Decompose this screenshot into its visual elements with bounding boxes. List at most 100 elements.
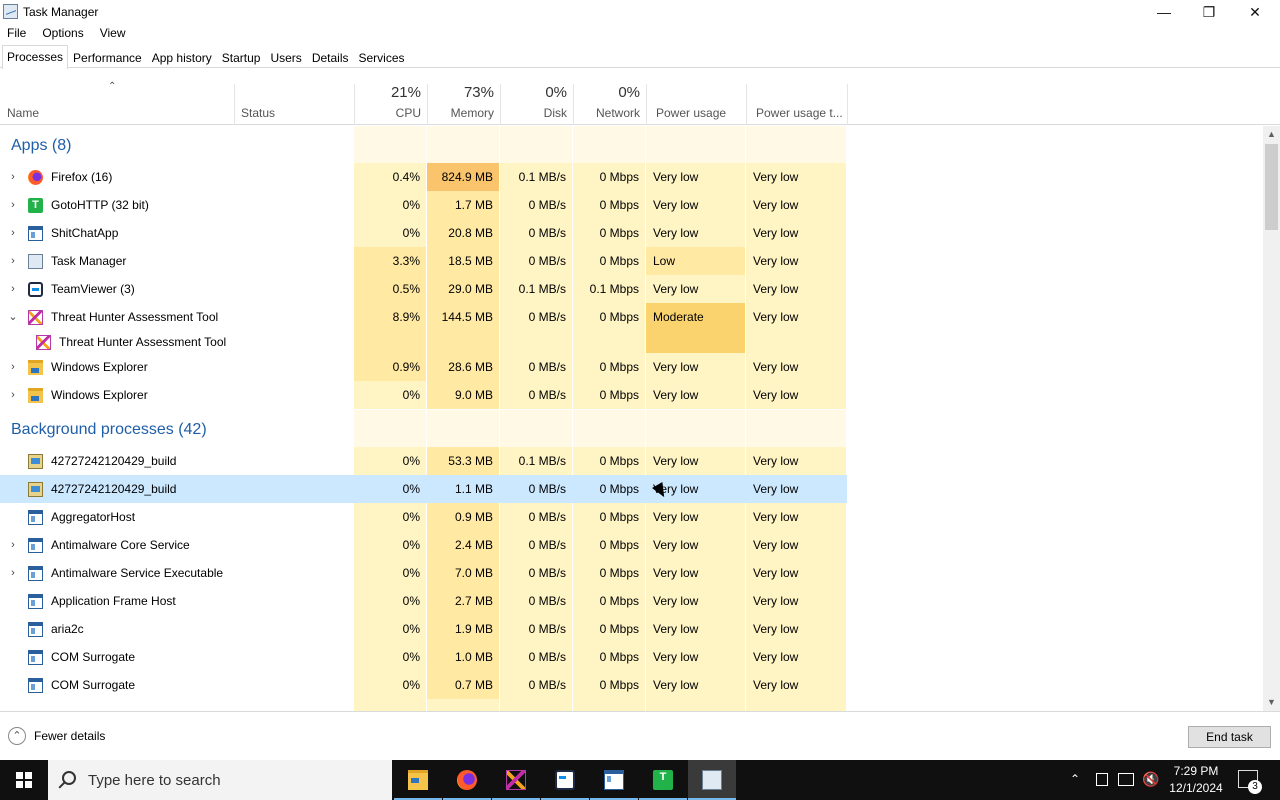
process-name: Task Manager (51, 254, 127, 268)
cell-power-trend: Very low (746, 163, 846, 191)
taskbar-task-manager[interactable] (688, 760, 736, 800)
group-title: Background processes (42) (11, 421, 207, 438)
process-row[interactable]: 0% 1.7 MB 0 MB/s 0 Mbps Very low Very low › T Go… (0, 191, 847, 219)
column-power-usage[interactable]: Power usage (646, 80, 746, 125)
tray-device-icon[interactable] (1096, 773, 1108, 786)
menu-view[interactable]: View (92, 24, 134, 43)
cell-network: 0 Mbps (573, 503, 645, 531)
chevron-right-icon[interactable]: › (8, 163, 18, 191)
tab-performance[interactable]: Performance (68, 45, 147, 68)
tab-users[interactable]: Users (265, 45, 306, 68)
process-row[interactable]: 0% 1.1 MB 0 MB/s 0 Mbps Very low Very low 4272… (0, 475, 847, 503)
close-button[interactable]: ✕ (1232, 0, 1278, 24)
cell-power-trend: Very low (746, 303, 846, 331)
tab-startup[interactable]: Startup (217, 45, 266, 68)
end-task-button[interactable]: End task (1188, 726, 1271, 748)
app-window-icon (28, 225, 43, 241)
heat-cell-background (354, 126, 426, 166)
process-row[interactable]: 0.5% 29.0 MB 0.1 MB/s 0.1 Mbps Very low Very … (0, 275, 847, 303)
taskbar-firefox[interactable] (443, 760, 491, 800)
group-header-background[interactable]: Background processes (42) (0, 410, 847, 450)
minimize-button[interactable]: — (1141, 0, 1187, 24)
chevron-right-icon[interactable]: › (8, 219, 18, 247)
taskbar-app-window[interactable] (590, 760, 638, 800)
tab-strip: Processes Performance App history Startu… (0, 45, 1280, 69)
chevron-right-icon[interactable]: › (8, 353, 18, 381)
column-network[interactable]: 0% Network (573, 80, 646, 125)
tab-processes[interactable]: Processes (2, 45, 69, 69)
process-row[interactable]: 8.9% 144.5 MB 0 MB/s 0 Mbps Moderate Very low… (0, 303, 847, 331)
scroll-up-arrow-icon[interactable]: ▲ (1263, 126, 1280, 143)
menu-options[interactable]: Options (34, 24, 91, 43)
scrollbar-thumb[interactable] (1265, 144, 1278, 230)
group-header-apps[interactable]: Apps (8) (0, 126, 847, 166)
process-row[interactable]: 0% 7.0 MB 0 MB/s 0 Mbps Very low Very low › Ant… (0, 559, 847, 587)
cell-power-usage: Very low (646, 671, 745, 699)
clock-date: 12/1/2024 (1169, 781, 1223, 795)
process-row[interactable]: 0% 2.7 MB 0 MB/s 0 Mbps Very low Very low Appl… (0, 587, 847, 615)
taskbar-teamviewer[interactable] (541, 760, 589, 800)
process-row[interactable]: 0.4% 824.9 MB 0.1 MB/s 0 Mbps Very low Very l… (0, 163, 847, 191)
tab-app-history[interactable]: App history (147, 45, 217, 68)
tab-details[interactable]: Details (307, 45, 354, 68)
process-row[interactable]: 0% 20.8 MB 0 MB/s 0 Mbps Very low Very low › Sh… (0, 219, 847, 247)
process-row[interactable]: 0% 53.3 MB 0.1 MB/s 0 Mbps Very low Very low 4… (0, 447, 847, 475)
chevron-down-icon[interactable]: ⌄ (8, 303, 18, 331)
process-name: Threat Hunter Assessment Tool (59, 335, 227, 349)
fewer-details-link[interactable]: Fewer details (34, 729, 105, 743)
process-row[interactable]: 0.9% 28.6 MB 0 MB/s 0 Mbps Very low Very low ›… (0, 353, 847, 381)
column-divider[interactable] (847, 84, 848, 125)
taskbar-threat-hunter[interactable] (492, 760, 540, 800)
process-row[interactable]: 0% 0.7 MB 0 MB/s 0 Mbps Very low Very low COM … (0, 671, 847, 699)
process-row[interactable]: 0% 9.0 MB 0 MB/s 0 Mbps Very low Very low › Win… (0, 381, 847, 409)
column-name[interactable]: Name (0, 80, 234, 125)
column-power-usage-trend[interactable]: Power usage t... (746, 80, 847, 125)
cell-power-trend: Very low (746, 587, 846, 615)
column-memory[interactable]: 73% Memory (427, 80, 500, 125)
window-title: Task Manager (23, 5, 99, 19)
process-row[interactable]: 0% 2.4 MB 0 MB/s 0 Mbps Very low Very low › Ant… (0, 531, 847, 559)
chevron-up-circle-icon[interactable]: ⌃ (8, 727, 26, 745)
column-cpu[interactable]: 21% CPU (354, 80, 427, 125)
search-icon (62, 771, 76, 785)
taskbar-file-explorer[interactable] (394, 760, 442, 800)
cell-network: 0 Mbps (573, 615, 645, 643)
process-row[interactable]: 3.3% 18.5 MB 0 MB/s 0 Mbps Low Very low › Task … (0, 247, 847, 275)
chevron-right-icon[interactable]: › (8, 531, 18, 559)
taskbar-clock[interactable]: 7:29 PM 12/1/2024 (1166, 763, 1226, 797)
column-disk[interactable]: 0% Disk (500, 80, 573, 125)
process-row[interactable]: 0% 0.9 MB 0 MB/s 0 Mbps Very low Very low Aggr… (0, 503, 847, 531)
chevron-right-icon[interactable]: › (8, 381, 18, 409)
column-memory-label: Memory (450, 106, 494, 120)
restore-button[interactable]: ❐ (1186, 0, 1232, 24)
heat-cell-background (354, 699, 426, 711)
tab-services[interactable]: Services (354, 45, 410, 68)
process-row[interactable] (0, 699, 847, 711)
cell-disk: 0 MB/s (500, 381, 572, 409)
scroll-down-arrow-icon[interactable]: ▼ (1263, 694, 1280, 711)
process-row[interactable]: 0% 1.0 MB 0 MB/s 0 Mbps Very low Very low COM … (0, 643, 847, 671)
column-status[interactable]: Status (234, 80, 354, 125)
cell-disk: 0 MB/s (500, 503, 572, 531)
chevron-right-icon[interactable]: › (8, 275, 18, 303)
taskbar-search-box[interactable]: Type here to search (48, 760, 392, 800)
vertical-scrollbar[interactable]: ▲ ▼ (1263, 126, 1280, 711)
menu-file[interactable]: File (0, 24, 34, 43)
taskbar-gotohttp[interactable]: T (639, 760, 687, 800)
cell-memory: 2.7 MB (427, 587, 499, 615)
chevron-right-icon[interactable]: › (8, 191, 18, 219)
taskbar: Type here to search T ⌃ 🔇 7:29 PM 12/1/2… (0, 760, 1280, 800)
cell-memory: 18.5 MB (427, 247, 499, 275)
chevron-right-icon[interactable]: › (8, 559, 18, 587)
process-row[interactable]: 0% 1.9 MB 0 MB/s 0 Mbps Very low Very low aria… (0, 615, 847, 643)
network-icon[interactable] (1118, 773, 1134, 786)
column-status-label: Status (241, 106, 276, 120)
cell-disk: 0 MB/s (500, 587, 572, 615)
process-row[interactable]: Threat Hunter Assessment Tool (0, 331, 847, 353)
chevron-right-icon[interactable]: › (8, 247, 18, 275)
cell-power-trend: Very low (746, 643, 846, 671)
tray-overflow-icon[interactable]: ⌃ (1070, 772, 1080, 800)
cell-memory: 9.0 MB (427, 381, 499, 409)
start-button[interactable] (0, 760, 48, 800)
volume-muted-icon[interactable]: 🔇 (1142, 771, 1159, 800)
